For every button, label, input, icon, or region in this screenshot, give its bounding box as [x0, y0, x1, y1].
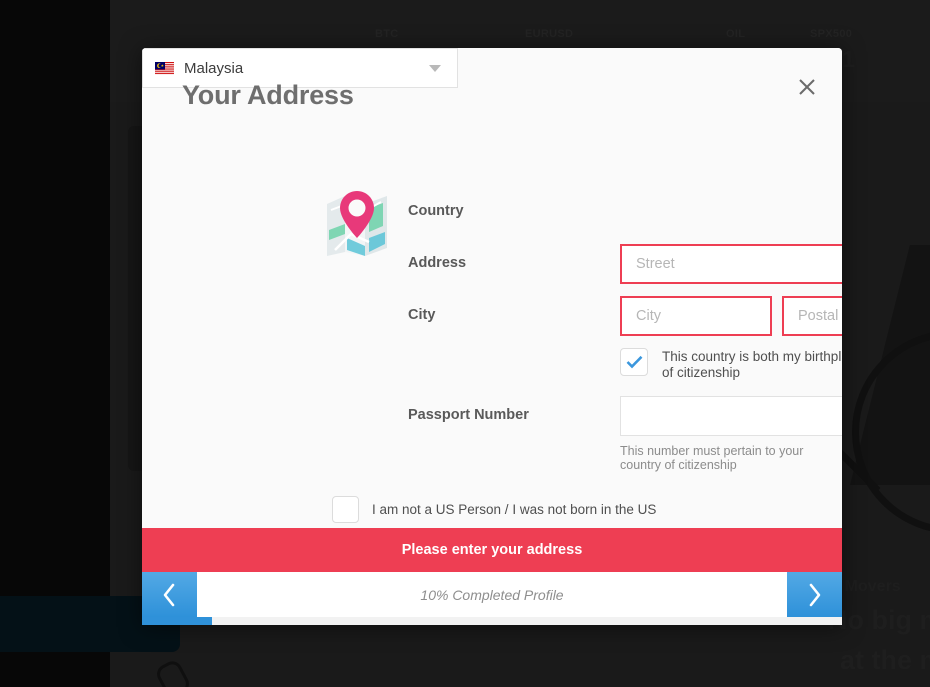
error-banner: Please enter your address [142, 528, 842, 572]
passport-field[interactable]: HIDE [620, 396, 842, 436]
map-pin-icon [325, 190, 391, 262]
ticker-symbol-spx500: SPX500 [810, 28, 853, 40]
background-big-movers-line2: at the m [840, 645, 930, 675]
passport-input[interactable] [621, 397, 842, 435]
malaysia-flag-icon [155, 61, 174, 75]
street-input[interactable] [620, 244, 842, 284]
next-step-button[interactable] [787, 572, 842, 617]
progress-bar-fill [142, 617, 212, 625]
background-big-movers-line1: No big m [828, 605, 930, 635]
city-input[interactable] [620, 296, 772, 336]
us-person-checkbox-row[interactable]: I am not a US Person / I was not born in… [332, 496, 656, 523]
birthplace-checkbox-row[interactable]: This country is both my birthplace and c… [620, 348, 842, 381]
city-label: City [408, 307, 436, 323]
chevron-right-icon [809, 583, 821, 606]
country-value: Malaysia [184, 59, 244, 77]
address-label: Address [408, 255, 467, 271]
background-left-rail [0, 0, 110, 687]
birthplace-checkbox-label: This country is both my birthplace and c… [662, 349, 842, 380]
screen: BTC EURUSD OIL SPX500 6.71 % ig Movers N… [0, 0, 930, 687]
passport-label: Passport Number [408, 407, 529, 423]
modal-body: Your Address Country Address City Passpo… [142, 48, 842, 528]
ticker-symbol-btc: BTC [375, 28, 399, 40]
check-icon [626, 355, 642, 369]
postal-code-input[interactable] [782, 296, 842, 336]
us-person-checkbox[interactable] [332, 496, 359, 523]
country-label: Country [408, 203, 464, 219]
us-person-checkbox-label: I am not a US Person / I was not born in… [372, 502, 657, 517]
prev-step-button[interactable] [142, 572, 197, 617]
close-icon[interactable] [792, 72, 822, 102]
ticker-symbol-eurusd: EURUSD [525, 28, 574, 40]
modal-nav-bar: 10% Completed Profile [142, 572, 842, 617]
birthplace-checkbox[interactable] [620, 348, 648, 376]
chevron-left-icon [163, 583, 175, 606]
page-title: Your Address [182, 80, 354, 110]
progress-label: 10% Completed Profile [197, 572, 787, 617]
progress-bar [142, 617, 842, 625]
address-modal: Your Address Country Address City Passpo… [142, 48, 842, 625]
passport-hint: This number must pertain to your country… [620, 444, 804, 472]
chevron-down-icon [429, 64, 441, 72]
ticker-symbol-oil: OIL [726, 28, 746, 40]
